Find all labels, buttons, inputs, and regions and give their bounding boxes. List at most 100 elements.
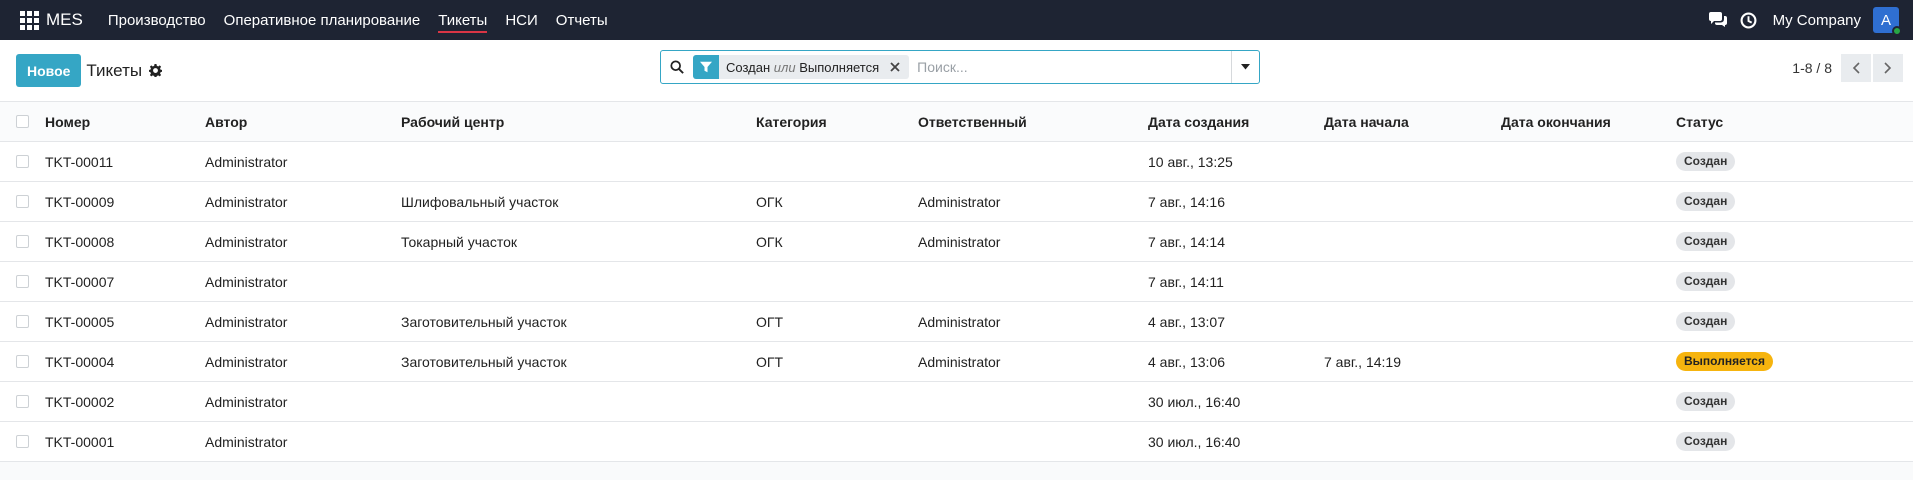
status-badge: Создан <box>1676 312 1736 331</box>
pager-next-button[interactable] <box>1873 54 1903 82</box>
table-row[interactable]: TKT-00005 Administrator Заготовительный уч… <box>0 302 1913 342</box>
menu-item-planning[interactable]: Оперативное планирование <box>215 0 430 40</box>
author-cell: Administrator <box>205 353 288 370</box>
gear-icon[interactable] <box>149 64 163 77</box>
author-cell: Administrator <box>205 393 288 410</box>
status-cell: Создан <box>1676 312 1736 331</box>
ticket-number: TKT-00001 <box>45 433 115 450</box>
author-cell: Administrator <box>205 433 288 450</box>
status-cell: Создан <box>1676 152 1736 171</box>
start-date-cell: 7 авг., 14:19 <box>1324 353 1401 370</box>
responsible-cell: Administrator <box>918 233 1001 250</box>
table-row[interactable]: TKT-00007 Administrator 7 авг., 14:11 Созда… <box>0 262 1913 302</box>
status-cell: Создан <box>1676 392 1736 411</box>
created-date-cell: 7 авг., 14:11 <box>1148 273 1224 290</box>
table-row[interactable]: TKT-00002 Administrator 30 июл., 16:40 Созд… <box>0 382 1913 422</box>
responsible-cell: Administrator <box>918 353 1001 370</box>
facet-value-created: Создан <box>726 59 771 75</box>
work-center-cell: Заготовительный участок <box>401 353 567 370</box>
author-cell: Administrator <box>205 233 288 250</box>
created-date-cell: 7 авг., 14:16 <box>1148 193 1225 210</box>
column-header-status[interactable]: Статус <box>1676 114 1723 130</box>
column-header-start-date[interactable]: Дата начала <box>1324 114 1409 130</box>
search-bar[interactable]: Создан или Выполняется <box>660 50 1260 84</box>
status-cell: Создан <box>1676 432 1736 451</box>
menu-item-production[interactable]: Производство <box>99 0 215 40</box>
ticket-number: TKT-00009 <box>45 193 115 210</box>
status-cell: Создан <box>1676 192 1736 211</box>
search-input[interactable] <box>915 59 1231 75</box>
work-center-cell: Токарный участок <box>401 233 517 250</box>
author-cell: Administrator <box>205 153 288 170</box>
search-options-dropdown[interactable] <box>1231 51 1259 83</box>
ticket-number: TKT-00007 <box>45 273 115 290</box>
status-badge: Создан <box>1676 272 1736 291</box>
ticket-number: TKT-00005 <box>45 313 115 330</box>
chat-icon[interactable] <box>1707 9 1729 31</box>
created-date-cell: 30 июл., 16:40 <box>1148 433 1241 450</box>
top-navbar: MES Производство Оперативное планировани… <box>0 0 1913 40</box>
ticket-number: TKT-00011 <box>45 153 114 170</box>
status-cell: Создан <box>1676 272 1736 291</box>
category-cell: ОГТ <box>756 313 784 330</box>
author-cell: Administrator <box>205 273 288 290</box>
row-checkbox[interactable] <box>16 355 29 368</box>
row-checkbox[interactable] <box>16 435 29 448</box>
column-header-created-date[interactable]: Дата создания <box>1148 114 1249 130</box>
apps-menu-button[interactable] <box>14 0 44 40</box>
column-header-end-date[interactable]: Дата окончания <box>1501 114 1611 130</box>
new-button[interactable]: Новое <box>16 54 82 87</box>
table-row[interactable]: TKT-00009 Administrator Шлифовальный участ… <box>0 182 1913 222</box>
category-cell: ОГК <box>756 233 783 250</box>
work-center-cell: Шлифовальный участок <box>401 193 559 210</box>
row-checkbox[interactable] <box>16 275 29 288</box>
table-row[interactable]: TKT-00001 Administrator 30 июл., 16:40 Созд… <box>0 422 1913 462</box>
company-switcher[interactable]: My Company <box>1773 12 1861 29</box>
created-date-cell: 30 июл., 16:40 <box>1148 393 1241 410</box>
table-row[interactable]: TKT-00011 Administrator 10 авг., 13:25 Созд… <box>0 142 1913 182</box>
row-checkbox[interactable] <box>16 235 29 248</box>
status-badge: Создан <box>1676 232 1736 251</box>
status-badge: Создан <box>1676 152 1736 171</box>
author-cell: Administrator <box>205 193 288 210</box>
author-cell: Administrator <box>205 313 288 330</box>
brand-name[interactable]: MES <box>46 10 83 30</box>
created-date-cell: 4 авг., 13:06 <box>1148 353 1225 370</box>
pager-previous-button[interactable] <box>1841 54 1871 82</box>
row-checkbox[interactable] <box>16 195 29 208</box>
avatar-letter: A <box>1880 11 1891 29</box>
column-header-work-center[interactable]: Рабочий центр <box>401 114 504 130</box>
created-date-cell: 4 авг., 13:07 <box>1148 313 1225 330</box>
menu-item-tickets[interactable]: Тикеты <box>429 0 496 40</box>
chevron-right-icon <box>1884 62 1892 74</box>
responsible-cell: Administrator <box>918 313 1001 330</box>
row-checkbox[interactable] <box>16 395 29 408</box>
table-row[interactable]: TKT-00008 Administrator Токарный участок ОГ… <box>0 222 1913 262</box>
pager: 1-8 / 8 <box>1792 54 1903 82</box>
row-checkbox[interactable] <box>16 155 29 168</box>
remove-facet-icon[interactable] <box>885 62 905 72</box>
pager-value[interactable]: 1-8 / 8 <box>1792 60 1832 76</box>
table-row[interactable]: TKT-00004 Administrator Заготовительный уч… <box>0 342 1913 382</box>
column-header-number[interactable]: Номер <box>45 114 90 130</box>
ticket-number: TKT-00002 <box>45 393 115 410</box>
control-panel: Новое Тикеты Создан или Выполняется 1-8 <box>0 40 1913 102</box>
facet-value-in-progress: Выполняется <box>799 59 880 75</box>
column-header-author[interactable]: Автор <box>205 114 247 130</box>
user-avatar[interactable]: A <box>1873 7 1902 36</box>
select-all-checkbox[interactable] <box>16 115 29 128</box>
clock-icon[interactable] <box>1738 9 1760 31</box>
column-header-responsible[interactable]: Ответственный <box>918 114 1027 130</box>
status-badge: Создан <box>1676 432 1736 451</box>
menu-item-reports[interactable]: Отчеты <box>547 0 617 40</box>
breadcrumb: Тикеты <box>86 60 143 80</box>
tickets-list: Номер Автор Рабочий центр Категория Отве… <box>0 102 1913 462</box>
responsible-cell: Administrator <box>918 193 1001 210</box>
column-header-category[interactable]: Категория <box>756 114 827 130</box>
chevron-left-icon <box>1852 62 1860 74</box>
status-badge: Создан <box>1676 392 1736 411</box>
filter-icon <box>693 55 719 79</box>
menu-item-nsi[interactable]: НСИ <box>496 0 546 40</box>
search-icon[interactable] <box>661 60 693 74</box>
row-checkbox[interactable] <box>16 315 29 328</box>
